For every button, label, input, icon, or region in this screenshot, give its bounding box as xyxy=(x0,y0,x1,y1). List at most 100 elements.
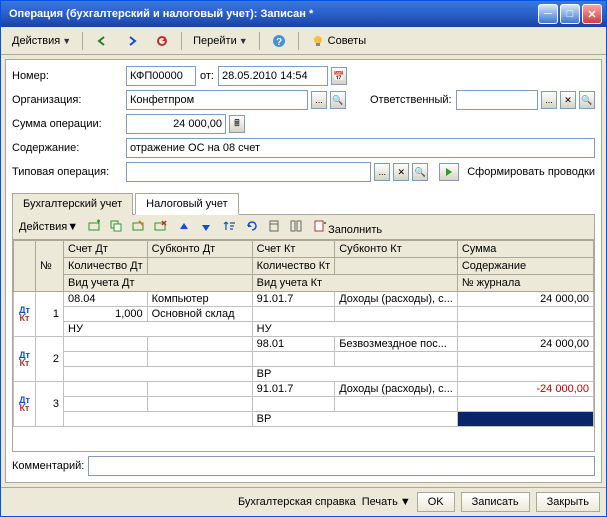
col-content[interactable]: Содержание xyxy=(457,258,593,275)
tab-tax[interactable]: Налоговый учет xyxy=(135,193,239,215)
refresh-grid-button[interactable] xyxy=(242,217,262,237)
typical-field[interactable] xyxy=(126,162,371,182)
sum-calc-button[interactable]: 🖩 xyxy=(229,115,245,133)
calendar-icon: 📅 xyxy=(333,71,344,82)
resp-select-button[interactable]: ... xyxy=(541,91,557,109)
comment-field[interactable] xyxy=(88,456,595,476)
print-menu[interactable]: Печать▼ xyxy=(362,496,411,508)
svg-text:?: ? xyxy=(276,37,282,48)
ok-button[interactable]: OK xyxy=(417,492,455,512)
col-num[interactable]: № xyxy=(36,241,64,292)
gear-icon xyxy=(266,218,282,234)
sort-icon xyxy=(222,218,238,234)
footer: Бухгалтерская справка Печать▼ OK Записат… xyxy=(1,487,606,516)
col-kt-qty[interactable]: Количество Кт xyxy=(252,258,335,275)
nav-back-button[interactable] xyxy=(89,30,115,52)
date-picker-button[interactable]: 📅 xyxy=(331,67,347,85)
filter-button[interactable] xyxy=(286,217,306,237)
close-form-button[interactable]: Закрыть xyxy=(536,492,600,512)
typical-label: Типовая операция: xyxy=(12,166,122,178)
grid[interactable]: № Счет Дт Субконто Дт Счет Кт Субконто К… xyxy=(13,240,594,451)
edit-row-button[interactable] xyxy=(128,217,148,237)
refresh-button[interactable] xyxy=(149,30,175,52)
maximize-button[interactable]: □ xyxy=(560,4,580,24)
table-row[interactable]: НУ НУ xyxy=(14,322,594,337)
close-button[interactable]: ✕ xyxy=(582,4,602,24)
generate-entries-label: Сформировать проводки xyxy=(467,166,595,178)
actions-menu[interactable]: Действия▼ xyxy=(7,32,76,50)
filter-icon xyxy=(288,218,304,234)
sum-label: Сумма операции: xyxy=(12,118,122,130)
advice-button[interactable]: Советы xyxy=(305,30,371,52)
refresh-icon xyxy=(244,218,260,234)
add-icon xyxy=(86,218,102,234)
col-kt-acc[interactable]: Счет Кт xyxy=(252,241,335,258)
col-dt-type[interactable]: Вид учета Дт xyxy=(64,275,253,292)
typical-search-button[interactable]: 🔍 xyxy=(412,163,428,181)
table-row[interactable]: ВР xyxy=(14,412,594,427)
table-row[interactable]: 1,000Основной склад xyxy=(14,307,594,322)
settings-button[interactable] xyxy=(264,217,284,237)
delete-icon xyxy=(152,218,168,234)
col-kt-sub[interactable]: Субконто Кт xyxy=(335,241,458,258)
ref-link[interactable]: Бухгалтерская справка xyxy=(238,496,356,508)
window-title: Операция (бухгалтерский и налоговый учет… xyxy=(5,8,538,20)
date-field[interactable]: 28.05.2010 14:54 xyxy=(218,66,328,86)
table-row[interactable] xyxy=(14,397,594,412)
content-field[interactable]: отражение ОС на 08 счет xyxy=(126,138,595,158)
resp-search-button[interactable]: 🔍 xyxy=(579,91,595,109)
fill-icon xyxy=(312,218,328,234)
delete-row-button[interactable] xyxy=(150,217,170,237)
col-dt-acc[interactable]: Счет Дт xyxy=(64,241,148,258)
help-button[interactable]: ? xyxy=(266,30,292,52)
resp-label: Ответственный: xyxy=(370,94,452,106)
sub-actions-menu[interactable]: Действия▼ xyxy=(17,220,80,234)
number-field[interactable]: КФП00000 xyxy=(126,66,196,86)
generate-entries-button[interactable] xyxy=(439,163,459,181)
from-label: от: xyxy=(200,70,214,82)
sum-field[interactable]: 24 000,00 xyxy=(126,114,226,134)
resp-clear-button[interactable]: ✕ xyxy=(560,91,576,109)
tab-buh[interactable]: Бухгалтерский учет xyxy=(12,193,133,215)
table-row[interactable]: ДтКт 1 08.04Компьютер 91.01.7Доходы (рас… xyxy=(14,292,594,307)
edit-icon xyxy=(130,218,146,234)
copy-icon xyxy=(108,218,124,234)
arrow-up-icon xyxy=(176,219,192,235)
goto-menu[interactable]: Перейти▼ xyxy=(188,32,253,50)
table-row[interactable] xyxy=(14,352,594,367)
org-label: Организация: xyxy=(12,94,122,106)
copy-row-button[interactable] xyxy=(106,217,126,237)
table-row[interactable]: ДтКт 3 91.01.7Доходы (расходы), с... -24… xyxy=(14,382,594,397)
arrow-right-icon xyxy=(124,33,140,49)
save-button[interactable]: Записать xyxy=(461,492,530,512)
typical-select-button[interactable]: ... xyxy=(374,163,390,181)
add-row-button[interactable] xyxy=(84,217,104,237)
main-toolbar: Действия▼ Перейти▼ ? Советы xyxy=(1,27,606,55)
col-journal[interactable]: № журнала xyxy=(457,275,593,292)
comment-label: Комментарий: xyxy=(12,460,84,472)
org-select-button[interactable]: ... xyxy=(311,91,327,109)
nav-forward-button[interactable] xyxy=(119,30,145,52)
col-kt-type[interactable]: Вид учета Кт xyxy=(252,275,457,292)
arrow-left-icon xyxy=(94,33,110,49)
move-down-button[interactable] xyxy=(196,218,216,237)
org-search-button[interactable]: 🔍 xyxy=(330,91,346,109)
sort-button[interactable] xyxy=(220,217,240,237)
calculator-icon: 🖩 xyxy=(234,116,239,132)
search-icon: 🔍 xyxy=(415,167,426,178)
col-dt-sub[interactable]: Субконто Дт xyxy=(147,241,252,258)
tabs: Бухгалтерский учет Налоговый учет xyxy=(12,192,595,215)
typical-clear-button[interactable]: ✕ xyxy=(393,163,409,181)
fill-button[interactable]: Заполнить xyxy=(310,217,384,237)
play-icon xyxy=(444,167,454,177)
org-field[interactable]: Конфетпром xyxy=(126,90,308,110)
table-row[interactable]: ДтКт 2 98.01Безвозмездное пос... 24 000,… xyxy=(14,337,594,352)
refresh-icon xyxy=(154,33,170,49)
move-up-button[interactable] xyxy=(174,218,194,237)
table-row[interactable]: ВР xyxy=(14,367,594,382)
minimize-button[interactable]: ─ xyxy=(538,4,558,24)
col-dt-qty[interactable]: Количество Дт xyxy=(64,258,148,275)
help-icon: ? xyxy=(271,33,287,49)
resp-field[interactable] xyxy=(456,90,538,110)
col-sum[interactable]: Сумма xyxy=(457,241,593,258)
